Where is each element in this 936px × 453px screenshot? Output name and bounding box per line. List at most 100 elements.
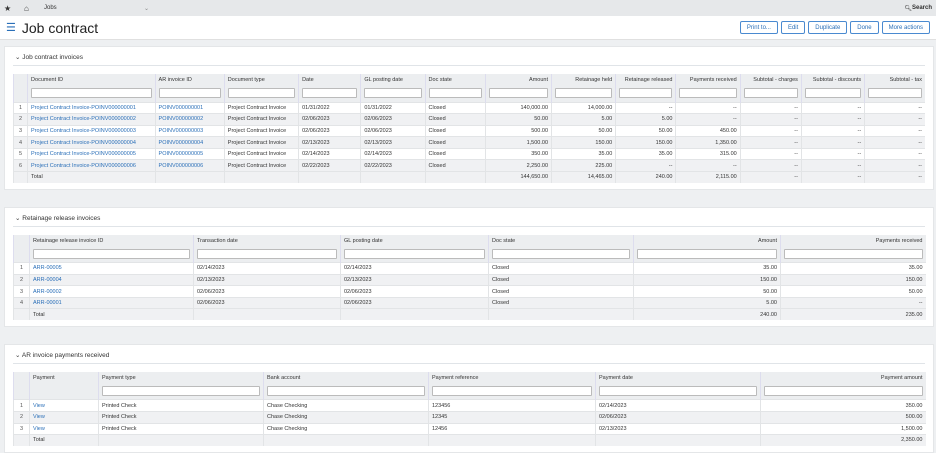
duplicate-button[interactable]: Duplicate <box>808 21 848 34</box>
column-filter-input[interactable] <box>102 385 260 396</box>
record-link[interactable]: Project Contract Invoice-POINV000000001 <box>31 105 136 111</box>
record-link[interactable]: ARR-00005 <box>33 265 62 271</box>
column-header[interactable]: Retainage released <box>615 74 676 102</box>
home-icon[interactable]: ⌂ <box>24 4 36 13</box>
column-filter-input[interactable] <box>344 248 485 259</box>
record-link[interactable]: ARR-00004 <box>33 277 62 283</box>
record-link[interactable]: Project Contract Invoice-POINV000000004 <box>31 140 136 146</box>
column-filter-input[interactable] <box>637 248 777 259</box>
record-link[interactable]: Project Contract Invoice-POINV000000002 <box>31 116 136 122</box>
column-filter-input[interactable] <box>784 248 923 259</box>
print-to-button[interactable]: Print to... <box>739 21 778 34</box>
column-header[interactable]: Payment reference <box>428 371 596 400</box>
column-header[interactable]: Subtotal - tax <box>864 74 925 102</box>
list-menu-icon[interactable]: ☰ <box>6 21 16 34</box>
column-filter-input[interactable] <box>764 385 923 396</box>
column-filter-input[interactable] <box>804 88 862 98</box>
column-filter-input[interactable] <box>428 88 482 98</box>
column-filter-input[interactable] <box>227 88 296 98</box>
edit-button[interactable]: Edit <box>780 21 806 34</box>
record-link[interactable]: POINV000000001 <box>159 105 204 111</box>
section-header[interactable]: ⌄ AR invoice payments received <box>13 349 925 364</box>
table-cell: ARR-00004 <box>29 273 194 286</box>
column-filter-input[interactable] <box>488 88 549 98</box>
column-header[interactable]: Payments received <box>675 74 741 102</box>
column-header[interactable]: Document type <box>223 74 299 102</box>
column-filter-input[interactable] <box>679 88 737 98</box>
column-header[interactable]: Payments received <box>780 234 926 263</box>
record-link[interactable]: POINV000000002 <box>159 116 204 122</box>
column-header[interactable]: Date <box>298 74 361 102</box>
column-filter-input[interactable] <box>868 88 922 98</box>
column-header[interactable]: Payment date <box>595 371 761 400</box>
column-header[interactable]: Payment amount <box>760 371 926 400</box>
column-filter-input[interactable] <box>743 88 798 98</box>
table-cell: 02/06/2023 <box>298 113 361 126</box>
record-link[interactable]: Project Contract Invoice-POINV000000006 <box>31 163 136 169</box>
record-link[interactable]: Project Contract Invoice-POINV000000005 <box>31 151 136 157</box>
column-header[interactable]: Subtotal - discounts <box>800 74 865 102</box>
chevron-down-icon[interactable]: ⌄ <box>15 352 22 359</box>
app-selector[interactable]: Jobs <box>44 5 144 11</box>
row-number: 2 <box>13 411 30 424</box>
column-header[interactable]: Transaction date <box>193 234 341 263</box>
section-header[interactable]: ⌄ Retainage release invoices <box>13 212 925 227</box>
data-table: Document ID AR invoice ID Document type Dat… <box>12 74 925 183</box>
table-cell: Chase Checking <box>263 411 429 424</box>
record-link[interactable]: View <box>33 414 45 420</box>
column-filter-input[interactable] <box>492 248 630 259</box>
section-header[interactable]: ⌄ Job contract invoices <box>13 51 925 66</box>
column-filter-input[interactable] <box>302 88 358 98</box>
column-label: Retainage released <box>624 77 673 83</box>
record-link[interactable]: POINV000000006 <box>159 163 204 169</box>
column-filter-input[interactable] <box>364 88 422 98</box>
record-link[interactable]: Project Contract Invoice-POINV000000003 <box>31 128 136 134</box>
column-header[interactable]: Retainage release invoice ID <box>29 234 194 263</box>
column-header[interactable]: GL posting date <box>360 74 426 102</box>
row-number: 1 <box>12 101 28 114</box>
column-header[interactable]: Doc state <box>488 234 634 263</box>
column-header[interactable]: GL posting date <box>340 234 489 263</box>
column-header[interactable]: Retainage held <box>551 74 616 102</box>
star-icon[interactable]: ★ <box>4 4 16 13</box>
column-header[interactable]: Subtotal - charges <box>739 74 802 102</box>
table-cell: 123456 <box>428 399 596 412</box>
search-icon[interactable]: 🔍︎ <box>904 5 912 12</box>
column-header[interactable]: Bank account <box>263 371 429 400</box>
column-header[interactable]: Payment type <box>98 371 264 400</box>
search-button[interactable]: Search <box>912 5 932 11</box>
column-header[interactable]: Payment <box>29 371 99 400</box>
column-header[interactable]: AR invoice ID <box>154 74 225 102</box>
record-link[interactable]: View <box>33 426 45 432</box>
table-cell: 12345 <box>428 411 596 424</box>
more-actions-button[interactable]: More actions <box>881 21 930 34</box>
table-cell: -- <box>739 159 802 172</box>
record-link[interactable]: ARR-00002 <box>33 289 62 295</box>
column-filter-input[interactable] <box>33 248 190 259</box>
column-filter-input[interactable] <box>599 385 757 396</box>
section-title: AR invoice payments received <box>21 351 110 359</box>
column-header[interactable]: Document ID <box>27 74 156 102</box>
column-header[interactable]: Amount <box>633 234 781 263</box>
column-filter-input[interactable] <box>432 385 592 396</box>
record-link[interactable]: POINV000000005 <box>159 151 204 157</box>
column-filter-input[interactable] <box>267 385 425 396</box>
column-filter-input[interactable] <box>197 248 337 259</box>
table-cell: -- <box>675 159 741 172</box>
section-panel: ⌄ Retainage release invoices Retainage re… <box>4 206 934 327</box>
record-link[interactable]: View <box>33 403 45 409</box>
column-filter-input[interactable] <box>555 88 613 98</box>
column-filter-input[interactable] <box>619 88 673 98</box>
column-filter-input[interactable] <box>31 88 152 98</box>
total-cell: -- <box>800 171 865 183</box>
total-cell: 240.00 <box>615 171 676 183</box>
total-cell <box>154 171 225 183</box>
record-link[interactable]: POINV000000004 <box>159 140 204 146</box>
chevron-down-icon[interactable]: ⌄ <box>144 5 904 12</box>
done-button[interactable]: Done <box>850 21 879 34</box>
column-filter-input[interactable] <box>158 88 221 98</box>
record-link[interactable]: POINV000000003 <box>159 128 204 134</box>
column-header[interactable]: Amount <box>484 74 552 102</box>
column-header[interactable]: Doc state <box>424 74 486 102</box>
record-link[interactable]: ARR-00001 <box>33 300 62 306</box>
